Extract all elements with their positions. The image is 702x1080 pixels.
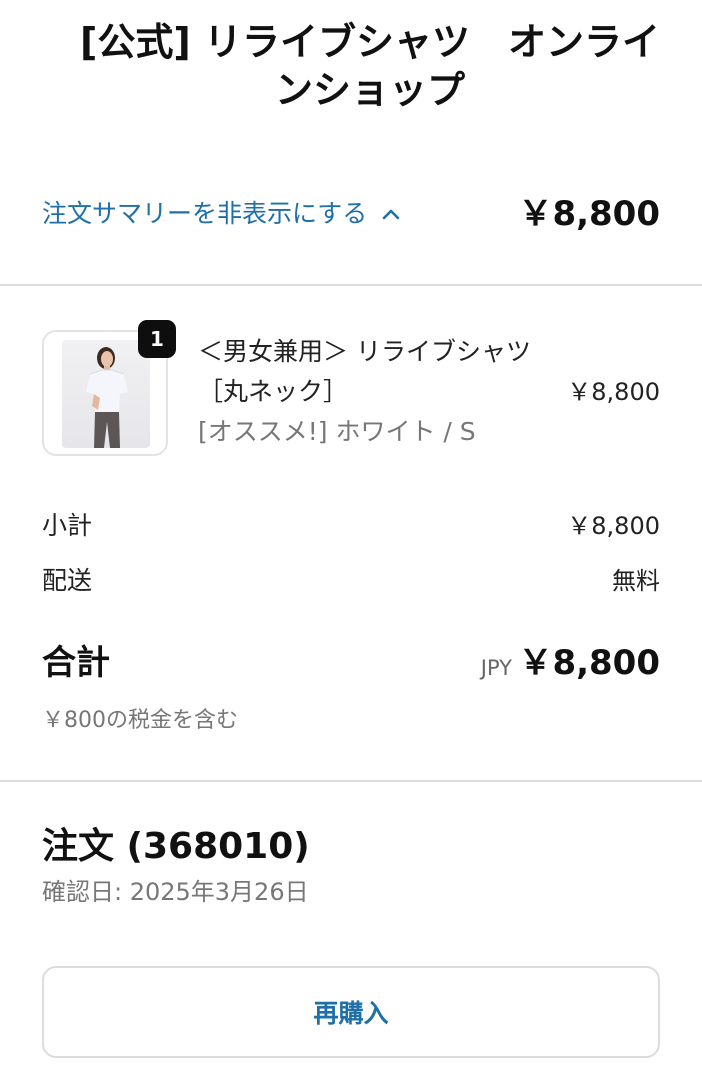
hide-order-summary-button[interactable]: 注文サマリーを非表示にする — [42, 196, 401, 232]
total-label: 合計 — [42, 643, 110, 683]
shop-title: [公式] リライブシャツ オンラインショップ — [80, 20, 660, 112]
product-name: ＜男女兼用＞ リライブシャツ［丸ネック］ — [198, 337, 531, 406]
shipping-value: 無料 — [612, 567, 660, 595]
subtotal-value: ￥8,800 — [567, 512, 660, 540]
product-price: ￥8,800 — [567, 378, 660, 406]
divider — [0, 284, 702, 286]
reorder-button-label: 再購入 — [313, 999, 389, 1028]
subtotal-label: 小計 — [42, 511, 93, 540]
total-currency: JPY — [480, 656, 512, 680]
product-variant: [オススメ!] ホワイト / S — [198, 417, 476, 446]
summary-total: ￥8,800 — [518, 194, 660, 234]
divider — [0, 780, 702, 782]
product-image — [62, 340, 150, 448]
model-wearing-shirt-image — [86, 347, 128, 448]
hide-order-summary-label: 注文サマリーを非表示にする — [42, 199, 368, 228]
order-confirmed-date: 確認日: 2025年3月26日 — [42, 878, 309, 906]
order-number-heading: 注文 (368010) — [42, 826, 310, 867]
chevron-up-icon — [382, 209, 400, 220]
reorder-button[interactable]: 再購入 — [42, 966, 660, 1058]
quantity-badge: 1 — [138, 320, 176, 358]
tax-note: ￥800の税金を含む — [42, 708, 238, 733]
shipping-label: 配送 — [42, 566, 93, 595]
total-value: ￥8,800 — [518, 643, 660, 683]
shop-header: [公式] リライブシャツ オンラインショップ — [0, 0, 702, 150]
